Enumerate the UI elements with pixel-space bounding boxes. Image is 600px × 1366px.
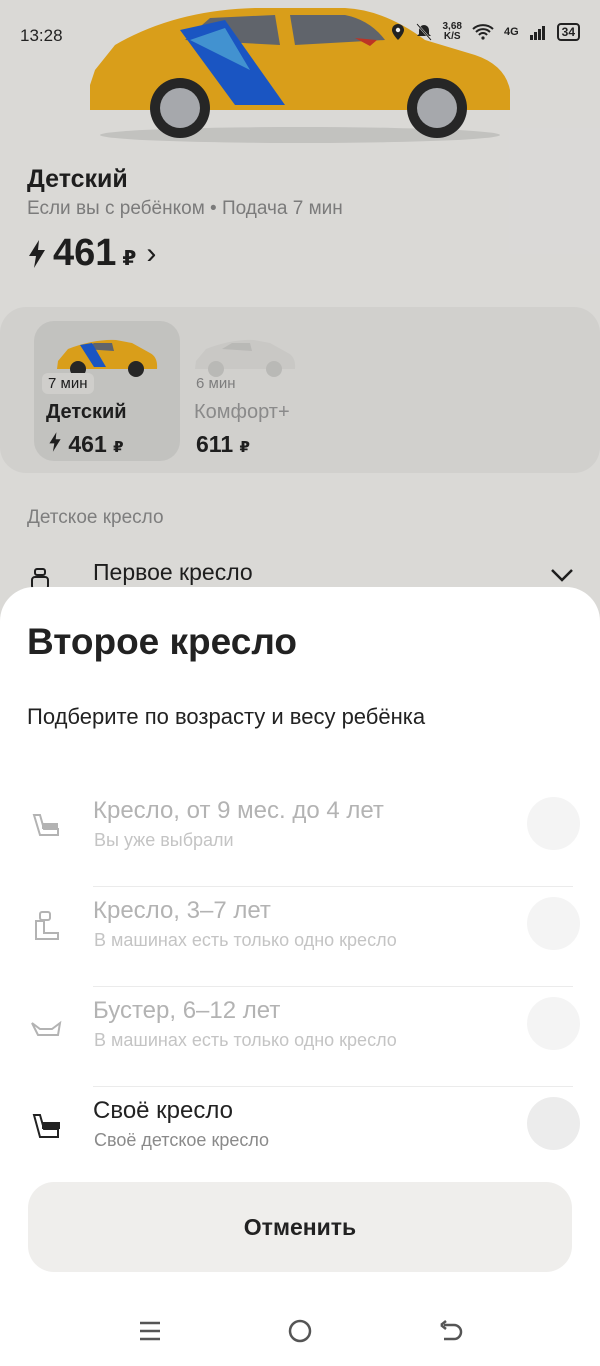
option-description: Своё детское кресло bbox=[94, 1130, 270, 1150]
option-title: Кресло, от 9 мес. до 4 лет bbox=[93, 797, 384, 824]
option-title: Бустер, 6–12 лет bbox=[93, 997, 281, 1024]
sheet-title: Второе кресло bbox=[27, 621, 297, 662]
own-seat-icon bbox=[32, 1114, 60, 1138]
home-icon[interactable] bbox=[286, 1317, 314, 1345]
option-radio[interactable] bbox=[527, 1097, 580, 1150]
status-icons: 3,68 K/S 4G 34 bbox=[390, 22, 580, 42]
second-seat-sheet: Второе кресло Подберите по возрасту и ве… bbox=[0, 587, 600, 1366]
booster-icon bbox=[31, 1020, 62, 1036]
option-radio[interactable] bbox=[527, 897, 580, 950]
child-seat-icon bbox=[35, 911, 59, 940]
system-nav-bar bbox=[0, 1307, 600, 1366]
status-bar: 13:28 3,68 K/S 4G 34 bbox=[20, 22, 580, 52]
option-description: Вы уже выбрали bbox=[94, 830, 234, 850]
bell-off-icon bbox=[416, 23, 433, 41]
wifi-icon bbox=[472, 24, 494, 40]
network-type: 4G bbox=[503, 26, 519, 38]
option-child-seat[interactable]: Кресло, 3–7 лет В машинах есть только од… bbox=[0, 887, 600, 987]
menu-icon[interactable] bbox=[136, 1317, 164, 1345]
option-description: В машинах есть только одно кресло bbox=[94, 930, 397, 950]
option-infant-seat[interactable]: Кресло, от 9 мес. до 4 лет Вы уже выбрал… bbox=[0, 787, 600, 887]
net-speed: 3,68 K/S bbox=[442, 22, 461, 42]
option-title: Кресло, 3–7 лет bbox=[93, 897, 271, 924]
sheet-subtitle: Подберите по возрасту и весу ребёнка bbox=[27, 704, 426, 729]
option-title: Своё кресло bbox=[93, 1097, 233, 1124]
status-time: 13:28 bbox=[20, 26, 63, 45]
option-booster[interactable]: Бустер, 6–12 лет В машинах есть только о… bbox=[0, 987, 600, 1087]
option-own-seat[interactable]: Своё кресло Своё детское кресло bbox=[0, 1087, 600, 1187]
option-description: В машинах есть только одно кресло bbox=[94, 1030, 397, 1050]
option-radio[interactable] bbox=[527, 797, 580, 850]
option-radio[interactable] bbox=[527, 997, 580, 1050]
back-icon[interactable] bbox=[436, 1317, 464, 1345]
location-icon bbox=[392, 24, 405, 40]
battery-icon: 34 bbox=[556, 23, 580, 41]
infant-seat-icon bbox=[32, 814, 59, 836]
cancel-button[interactable]: Отменить bbox=[28, 1182, 572, 1272]
net-speed-unit: K/S bbox=[443, 31, 461, 42]
signal-icon bbox=[529, 26, 545, 40]
